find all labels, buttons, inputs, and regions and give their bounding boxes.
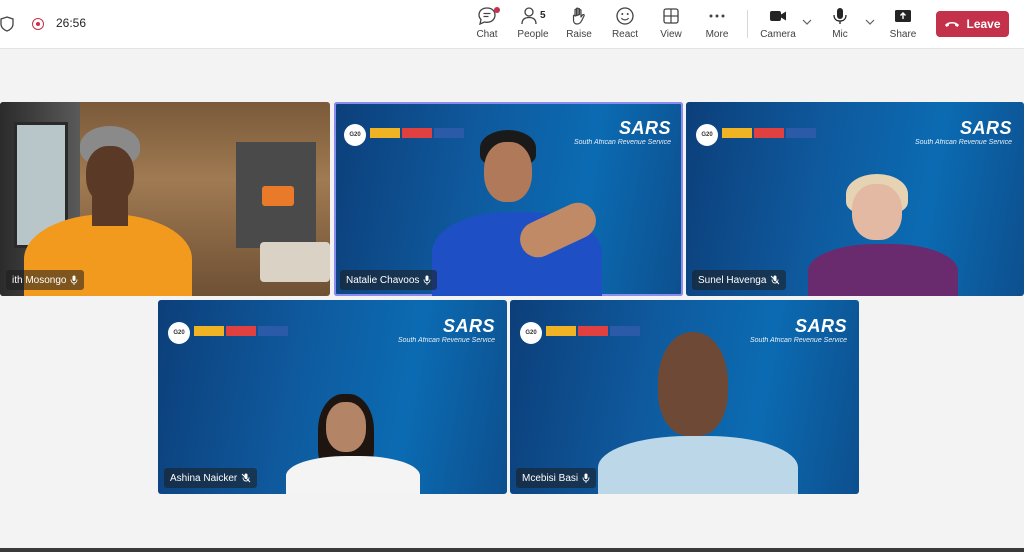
participant-name: Sunel Havenga: [698, 274, 767, 286]
participant-name-tag: Natalie Chavoos: [340, 270, 438, 290]
share-button[interactable]: Share: [880, 6, 926, 46]
react-label: React: [611, 29, 639, 40]
chat-button[interactable]: Chat: [464, 6, 510, 46]
toolbar-divider: [747, 10, 748, 38]
people-icon: [521, 7, 537, 25]
video-tile[interactable]: G20 SARS South African Revenue Service M…: [510, 300, 859, 494]
camera-label: Camera: [760, 29, 796, 40]
participant-name-tag: Mcebisi Basi: [516, 468, 597, 488]
chat-unread-dot: [494, 7, 500, 13]
sofa-background: [260, 242, 330, 282]
more-button[interactable]: More: [694, 6, 740, 46]
sars-logo: SARS South African Revenue Service: [398, 316, 495, 344]
mic-icon: [582, 473, 590, 483]
hand-icon: [572, 7, 585, 25]
participant-video: [286, 394, 420, 494]
leave-label: Leave: [966, 17, 1001, 31]
raise-hand-button[interactable]: Raise: [556, 6, 602, 46]
leave-button[interactable]: Leave: [936, 11, 1009, 37]
meeting-timer: 26:56: [56, 16, 87, 30]
participant-name: ith Mosongo: [12, 274, 67, 286]
video-tile[interactable]: G20 SARS South African Revenue Service A…: [158, 300, 507, 494]
sars-logo-word: SARS: [959, 118, 1012, 138]
raise-label: Raise: [566, 29, 592, 40]
camera-icon: [770, 11, 786, 21]
sars-logo: SARS South African Revenue Service: [915, 118, 1012, 146]
camera-button[interactable]: Camera: [755, 6, 801, 46]
view-button[interactable]: View: [648, 6, 694, 46]
mic-muted-icon: [771, 275, 780, 285]
sars-logo-sub: South African Revenue Service: [914, 139, 1012, 146]
mic-icon: [833, 8, 847, 24]
share-label: Share: [889, 29, 917, 40]
react-button[interactable]: React: [602, 6, 648, 46]
video-tile[interactable]: G20 SARS South African Revenue Service N…: [334, 102, 683, 296]
people-button[interactable]: 5 People: [510, 6, 556, 46]
g20-logo: G20: [696, 124, 718, 146]
g20-banner: [194, 326, 288, 336]
meeting-toolbar: 26:56 Chat 5 People Raise React View Mor…: [0, 0, 1024, 49]
hang-up-icon: [945, 22, 960, 27]
g20-logo: G20: [168, 322, 190, 344]
fire-background: [262, 186, 294, 206]
g20-logo: G20: [520, 322, 542, 344]
share-icon: [895, 10, 911, 22]
participant-video: [432, 130, 612, 296]
people-label: People: [517, 29, 549, 40]
mic-button[interactable]: Mic: [817, 6, 863, 46]
recording-icon: [32, 18, 44, 30]
more-dots-icon: [709, 14, 725, 18]
participant-name-tag: ith Mosongo: [6, 270, 85, 290]
g20-banner: [722, 128, 816, 138]
mic-muted-icon: [241, 473, 251, 483]
window-bottom-edge: [0, 548, 1024, 552]
mic-icon: [423, 275, 431, 285]
participant-name-tag: Sunel Havenga: [692, 270, 787, 290]
camera-options-chevron-icon[interactable]: [802, 14, 812, 32]
grid-view-icon: [663, 8, 679, 24]
participant-video: [808, 174, 958, 296]
mic-label: Mic: [832, 29, 848, 40]
chat-label: Chat: [476, 29, 498, 40]
participant-name: Ashina Naicker: [170, 472, 238, 484]
view-label: View: [660, 29, 682, 40]
sars-logo-sub: South African Revenue Service: [397, 337, 495, 344]
people-count: 5: [540, 10, 546, 21]
mic-options-chevron-icon[interactable]: [865, 14, 875, 32]
more-label: More: [705, 29, 729, 40]
sars-logo-word: SARS: [442, 316, 495, 336]
g20-logo: G20: [344, 124, 366, 146]
shield-icon[interactable]: [0, 16, 14, 37]
video-tile[interactable]: ith Mosongo: [0, 102, 330, 296]
participant-name-tag: Ashina Naicker: [164, 468, 258, 488]
participant-name: Natalie Chavoos: [346, 274, 420, 286]
participant-name: Mcebisi Basi: [522, 472, 579, 484]
smiley-icon: [616, 7, 634, 25]
participant-video: [598, 332, 798, 494]
video-tile[interactable]: G20 SARS South African Revenue Service S…: [686, 102, 1024, 296]
mic-icon: [71, 275, 78, 285]
